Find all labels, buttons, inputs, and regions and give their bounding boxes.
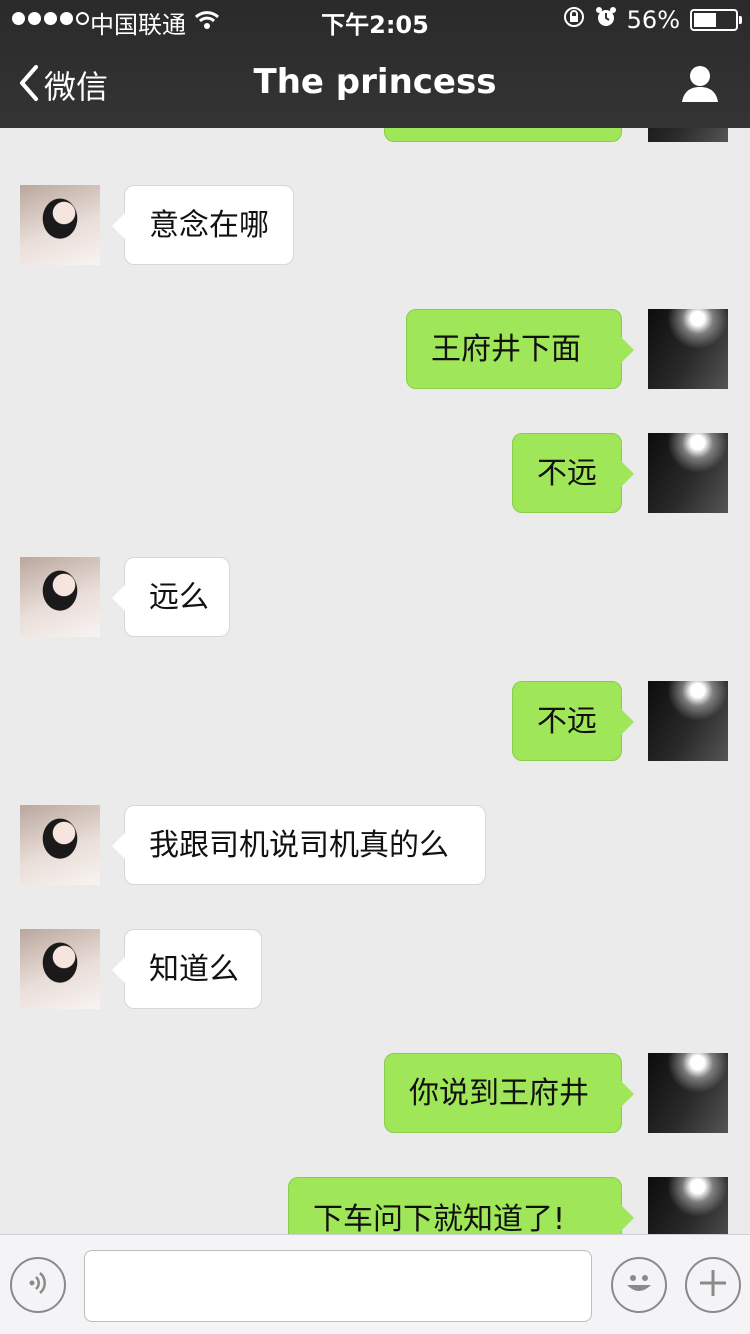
avatar[interactable]	[648, 1053, 728, 1133]
avatar[interactable]	[20, 185, 100, 265]
avatar[interactable]	[648, 433, 728, 513]
message-sent: 下车问下就知道了!	[0, 1177, 750, 1234]
avatar[interactable]	[20, 557, 100, 637]
avatar[interactable]	[648, 128, 728, 142]
more-button[interactable]	[685, 1257, 741, 1313]
battery-percentage: 56%	[626, 6, 680, 34]
message-bubble[interactable]: 我跟司机说司机真的么	[112, 805, 486, 885]
battery-icon	[690, 9, 742, 31]
message-sent	[0, 128, 750, 148]
message-bubble[interactable]: 下车问下就知道了!	[288, 1177, 634, 1234]
message-received: 知道么	[0, 929, 750, 1009]
message-sent: 不远	[0, 681, 750, 761]
message-input[interactable]	[84, 1250, 592, 1322]
message-sent: 不远	[0, 433, 750, 513]
message-input-bar	[0, 1234, 750, 1334]
message-bubble[interactable]: 意念在哪	[112, 185, 294, 265]
status-bar: 中国联通 下午2:05 56%	[0, 0, 750, 40]
message-sent: 你说到王府井	[0, 1053, 750, 1133]
message-bubble[interactable]	[384, 128, 622, 142]
message-bubble[interactable]: 王府井下面	[406, 309, 634, 389]
top-bar: 中国联通 下午2:05 56% 微信 The princess	[0, 0, 750, 128]
avatar[interactable]	[20, 805, 100, 885]
alarm-icon	[595, 6, 617, 34]
message-bubble[interactable]: 知道么	[112, 929, 262, 1009]
avatar[interactable]	[20, 929, 100, 1009]
message-bubble[interactable]: 远么	[112, 557, 230, 637]
voice-icon	[23, 1268, 53, 1302]
message-received: 我跟司机说司机真的么	[0, 805, 750, 885]
message-received: 远么	[0, 557, 750, 637]
emoji-button[interactable]	[611, 1257, 667, 1313]
message-sent: 王府井下面	[0, 309, 750, 389]
message-bubble[interactable]: 你说到王府井	[384, 1053, 634, 1133]
emoji-icon	[619, 1263, 659, 1307]
avatar[interactable]	[648, 1177, 728, 1234]
chat-message-list[interactable]: 意念在哪 王府井下面 不远 远么 不远 我跟司机说司机真的么 知道么 你说到王府…	[0, 128, 750, 1234]
avatar[interactable]	[648, 309, 728, 389]
message-bubble[interactable]: 不远	[512, 681, 634, 761]
profile-button[interactable]	[680, 64, 720, 108]
rotation-lock-icon	[563, 6, 585, 34]
message-bubble[interactable]: 不远	[512, 433, 634, 513]
chat-title: The princess	[253, 62, 497, 102]
profile-icon	[680, 66, 720, 108]
voice-button[interactable]	[10, 1257, 66, 1313]
plus-icon	[697, 1267, 729, 1303]
avatar[interactable]	[648, 681, 728, 761]
navigation-bar: 微信 The princess	[0, 40, 750, 128]
message-received: 意念在哪	[0, 185, 750, 265]
